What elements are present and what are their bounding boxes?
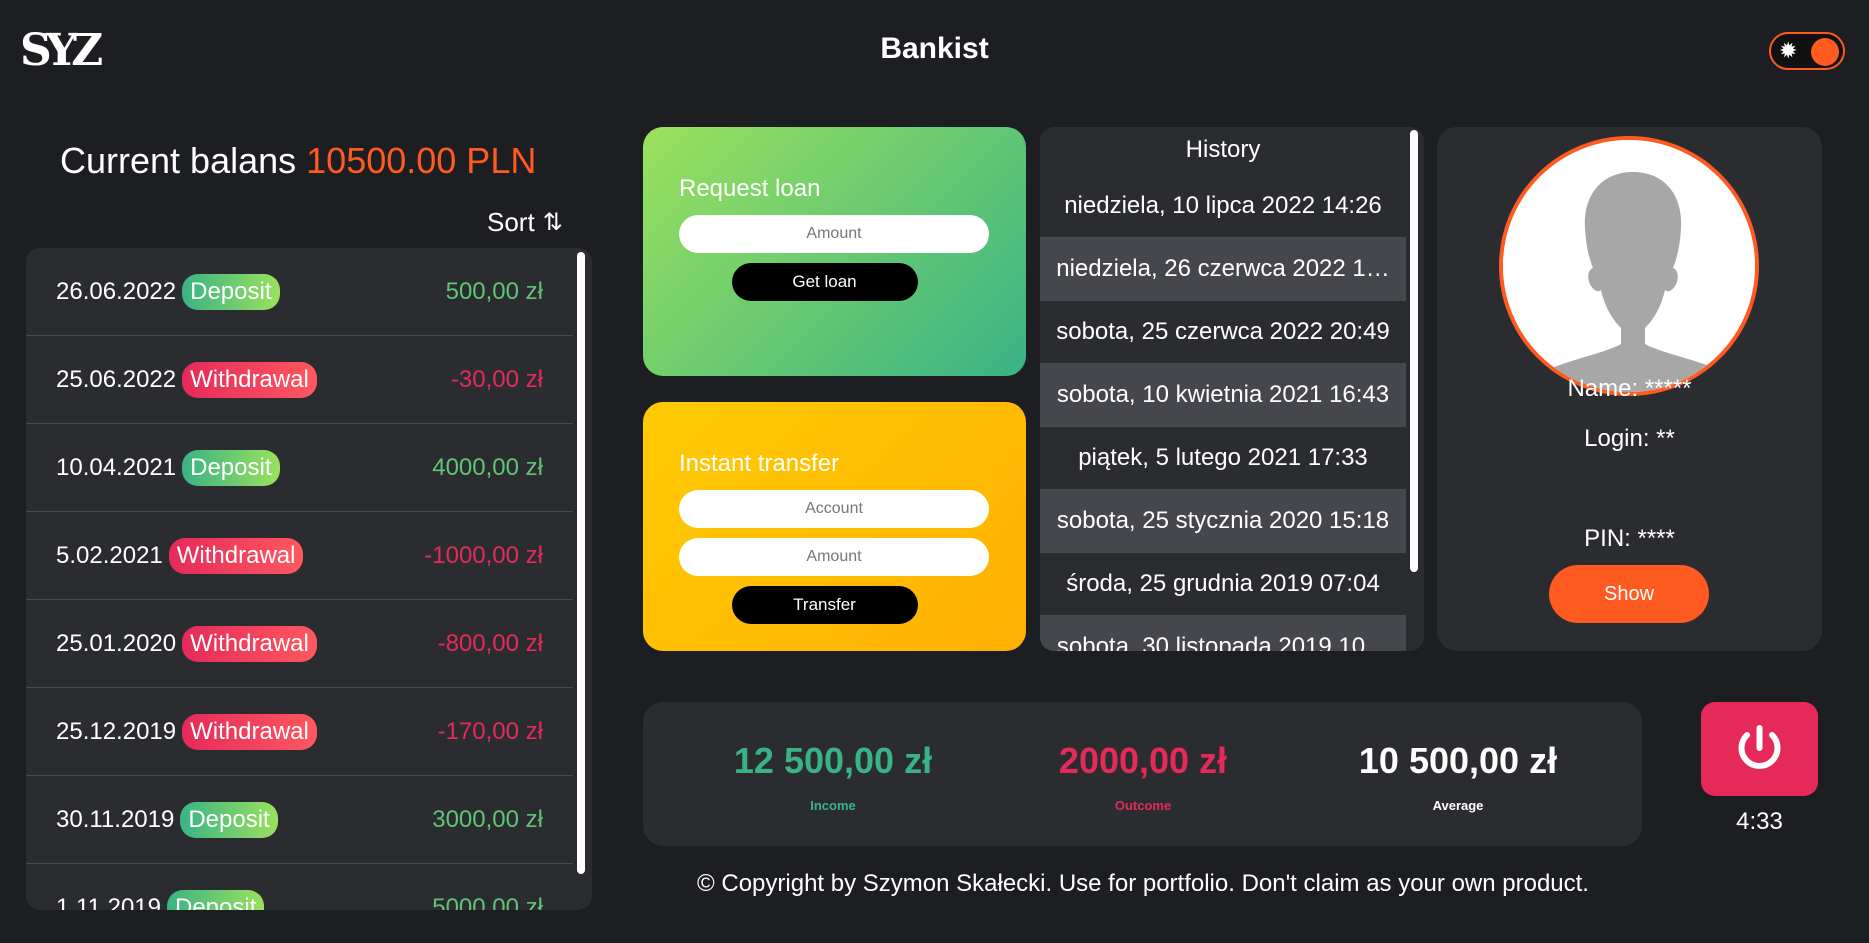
transfer-account-input[interactable] xyxy=(679,490,989,528)
movement-value: 3000,00 zł xyxy=(432,805,543,833)
movement-type-badge: Withdrawal xyxy=(182,361,317,398)
profile-login: Login: ** xyxy=(1584,425,1675,452)
profile-card: Name: ***** Login: ** PIN: **** Show xyxy=(1437,127,1822,651)
income-value: 12 500,00 zł xyxy=(733,740,933,781)
movement-value: -800,00 zł xyxy=(437,629,543,657)
history-item: sobota, 25 czerwca 2022 20:49 xyxy=(1040,301,1406,364)
history-item: niedziela, 26 czerwca 2022 1… xyxy=(1040,238,1406,301)
movement-type-badge: Withdrawal xyxy=(168,537,304,574)
transfer-button[interactable]: Transfer xyxy=(731,586,918,624)
movement-type-badge: Deposit xyxy=(180,801,278,838)
transfer-amount-input[interactable] xyxy=(679,538,989,576)
loan-title: Request loan xyxy=(679,175,821,202)
movement-date: 25.12.2019 xyxy=(56,717,177,745)
history-item: środa, 25 grudnia 2019 07:04 xyxy=(1040,553,1406,616)
movement-value: -1000,00 zł xyxy=(424,541,543,569)
history-panel[interactable]: History niedziela, 10 lipca 2022 14:26 n… xyxy=(1040,127,1424,651)
movement-value: 4000,00 zł xyxy=(432,453,543,481)
transfer-card: Instant transfer Transfer xyxy=(643,402,1026,651)
history-item-text: sobota, 30 listopada 2019 10… xyxy=(1056,633,1390,651)
movement-date: 25.01.2020 xyxy=(56,629,177,657)
movement-row: 1.11.2019 Deposit 5000,00 zł xyxy=(26,864,573,910)
sun-icon: ✹ xyxy=(1779,38,1798,63)
app-title: Bankist xyxy=(880,32,989,65)
movement-type-badge: Withdrawal xyxy=(182,713,317,750)
movement-row: 26.06.2022 Deposit 500,00 zł xyxy=(26,248,573,336)
history-scrollbar[interactable] xyxy=(1410,130,1418,572)
power-icon xyxy=(1738,725,1781,769)
avatar xyxy=(1499,136,1759,396)
profile-pin: PIN: **** xyxy=(1584,525,1675,552)
movement-date: 1.11.2019 xyxy=(56,893,161,911)
show-credentials-button[interactable]: Show xyxy=(1549,565,1709,623)
movement-value: 500,00 zł xyxy=(445,277,543,305)
outcome-value: 2000,00 zł xyxy=(1058,740,1228,781)
movement-value: -30,00 zł xyxy=(450,365,543,393)
theme-toggle[interactable]: ✹ xyxy=(1769,32,1845,70)
balance-label: Current balans xyxy=(60,140,297,181)
loan-amount-input[interactable] xyxy=(679,215,989,253)
income-label: Income xyxy=(810,798,856,813)
history-item-text: piątek, 5 lutego 2021 17:33 xyxy=(1078,444,1368,471)
balance-amount: 10500.00 PLN xyxy=(306,140,537,181)
history-item: sobota, 25 stycznia 2020 15:18 xyxy=(1040,490,1406,553)
outcome-summary: 2000,00 zł Outcome xyxy=(983,740,1303,813)
history-item-text: sobota, 25 stycznia 2020 15:18 xyxy=(1056,507,1390,534)
average-label: Average xyxy=(1432,798,1484,813)
history-item-text: sobota, 10 kwietnia 2021 16:43 xyxy=(1056,381,1390,408)
history-item: sobota, 30 listopada 2019 10… xyxy=(1040,616,1406,651)
movement-value: 5000,00 zł xyxy=(432,893,543,911)
history-item-text: środa, 25 grudnia 2019 07:04 xyxy=(1066,570,1380,597)
history-item: sobota, 10 kwietnia 2021 16:43 xyxy=(1040,364,1406,427)
history-item-text: niedziela, 26 czerwca 2022 1… xyxy=(1056,255,1390,282)
sort-button[interactable]: Sort ⇅ xyxy=(487,207,563,238)
outcome-label: Outcome xyxy=(1114,798,1172,813)
movement-row: 5.02.2021 Withdrawal -1000,00 zł xyxy=(26,512,573,600)
user-silhouette-icon xyxy=(1503,140,1755,392)
get-loan-button[interactable]: Get loan xyxy=(731,263,918,301)
movement-row: 30.11.2019 Deposit 3000,00 zł xyxy=(26,776,573,864)
copyright-footer: © Copyright by Szymon Skałecki. Use for … xyxy=(697,870,1589,897)
movement-type-badge: Deposit xyxy=(167,889,265,910)
transfer-title: Instant transfer xyxy=(679,450,840,477)
history-item: niedziela, 10 lipca 2022 14:26 xyxy=(1040,175,1406,238)
movement-date: 10.04.2021 xyxy=(56,453,177,481)
movements-list[interactable]: 26.06.2022 Deposit 500,00 zł 25.06.2022 … xyxy=(26,248,592,910)
loan-card: Request loan Get loan xyxy=(643,127,1026,376)
income-summary: 12 500,00 zł Income xyxy=(673,740,993,813)
average-summary: 10 500,00 zł Average xyxy=(1298,740,1618,813)
movement-type-badge: Withdrawal xyxy=(182,625,317,662)
movement-row: 25.01.2020 Withdrawal -800,00 zł xyxy=(26,600,573,688)
history-item-text: sobota, 25 czerwca 2022 20:49 xyxy=(1056,318,1390,345)
summary-panel: 12 500,00 zł Income 2000,00 zł Outcome 1… xyxy=(643,702,1642,846)
history-item-text: niedziela, 10 lipca 2022 14:26 xyxy=(1064,192,1382,219)
movement-date: 30.11.2019 xyxy=(56,805,175,833)
toggle-knob xyxy=(1811,38,1839,66)
movements-scrollbar[interactable] xyxy=(577,252,585,874)
movement-date: 26.06.2022 xyxy=(56,277,177,305)
logout-button[interactable] xyxy=(1701,702,1818,796)
movement-type-badge: Deposit xyxy=(182,273,280,310)
sort-arrows-icon: ⇅ xyxy=(542,209,563,236)
movement-date: 25.06.2022 xyxy=(56,365,177,393)
profile-name: Name: ***** xyxy=(1567,375,1692,402)
history-title: History xyxy=(1185,136,1261,163)
movement-row: 10.04.2021 Deposit 4000,00 zł xyxy=(26,424,573,512)
movement-date: 5.02.2021 xyxy=(56,541,163,569)
current-balance: Current balans 10500.00 PLN xyxy=(60,140,536,182)
movement-row: 25.12.2019 Withdrawal -170,00 zł xyxy=(26,688,573,776)
history-item: piątek, 5 lutego 2021 17:33 xyxy=(1040,427,1406,490)
average-value: 10 500,00 zł xyxy=(1358,740,1558,781)
movement-value: -170,00 zł xyxy=(437,717,543,745)
movement-row: 25.06.2022 Withdrawal -30,00 zł xyxy=(26,336,573,424)
movement-type-badge: Deposit xyxy=(182,449,280,486)
logout-timer: 4:33 xyxy=(1736,808,1783,835)
sort-label: Sort xyxy=(487,207,535,237)
